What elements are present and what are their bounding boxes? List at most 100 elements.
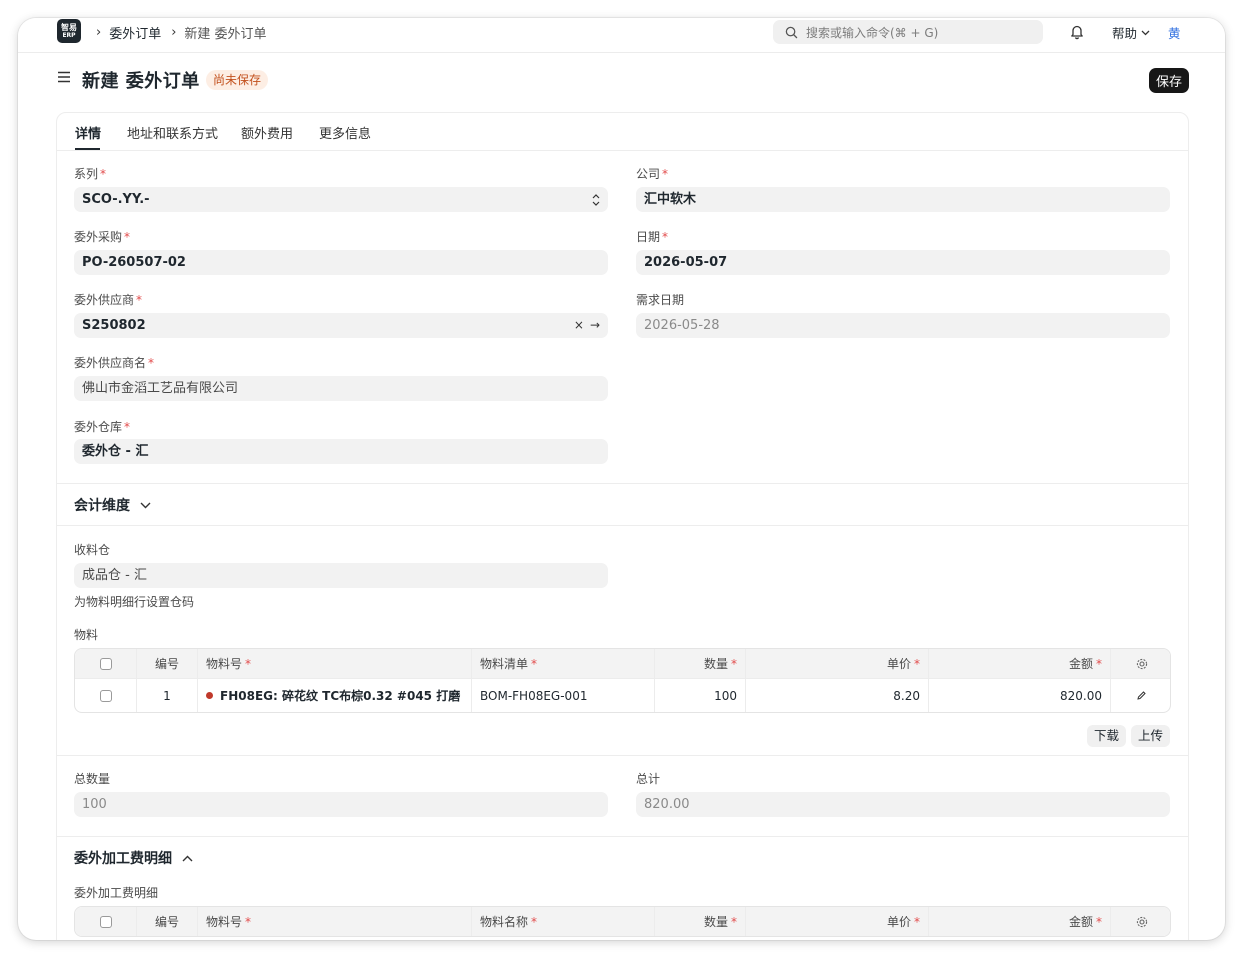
items-table: 编号 物料号 * 物料清单 * 数量 * 单价 * 金额 * 1 FH08EG: 碎花纹 …	[74, 648, 1171, 713]
save-button[interactable]: 保存	[1149, 68, 1189, 93]
company-label: 公司 *	[636, 167, 669, 181]
breadcrumb: › 委外订单 › 新建 委外订单	[92, 23, 267, 42]
supplier-warehouse-label: 委外仓库 *	[74, 420, 131, 434]
select-updown-icon	[592, 187, 600, 215]
help-label: 帮助	[1112, 26, 1138, 41]
row-select-cell	[75, 679, 136, 712]
chevron-right-icon: ›	[96, 25, 102, 40]
section-divider	[57, 525, 1188, 526]
search-input[interactable]: 搜索或输入命令(⌘ + G)	[773, 20, 1043, 44]
navbar: 智易 ERP › 委外订单 › 新建 委外订单 搜索或输入命令(⌘ + G) 帮…	[18, 18, 1225, 53]
header-qty: 数量 *	[654, 649, 745, 678]
app-window: 智易 ERP › 委外订单 › 新建 委外订单 搜索或输入命令(⌘ + G) 帮…	[18, 18, 1225, 940]
row-amount: 820.00	[928, 679, 1110, 712]
header-amount: 金额 *	[928, 649, 1110, 678]
arrow-right-icon[interactable]: →	[590, 318, 600, 332]
column-settings-icon[interactable]	[1110, 907, 1170, 936]
status-badge: 尚未保存	[206, 70, 269, 90]
supplier-field[interactable]: S250802 × →	[74, 313, 608, 338]
edit-row-icon[interactable]	[1110, 679, 1170, 712]
chevron-up-icon	[182, 855, 193, 861]
accounting-dimensions-title: 会计维度	[74, 498, 130, 514]
header-no: 编号	[136, 649, 197, 678]
table-header: 编号 物料号 * 物料清单 * 数量 * 单价 * 金额 *	[75, 649, 1170, 678]
row-item-code[interactable]: FH08EG: 碎花纹 TC布棕0.32 #045 打磨	[197, 679, 471, 712]
status-dot-icon	[206, 692, 213, 699]
header-rate: 单价 *	[745, 907, 928, 936]
form-tabs: 详情 地址和联系方式 额外费用 更多信息	[57, 113, 1188, 151]
supplier-name-field: 佛山市金滔工艺品有限公司	[74, 376, 608, 401]
tab-address-contact[interactable]: 地址和联系方式	[127, 123, 218, 142]
help-dropdown[interactable]: 帮助	[1112, 23, 1150, 42]
section-divider	[57, 755, 1188, 756]
purchase-order-field[interactable]: PO-260507-02	[74, 250, 608, 275]
row-rate[interactable]: 8.20	[745, 679, 928, 712]
supplier-value: S250802	[82, 318, 146, 333]
schedule-date-field[interactable]: 2026-05-28	[636, 313, 1170, 338]
header-no: 编号	[136, 907, 197, 936]
app-logo[interactable]: 智易 ERP	[57, 19, 81, 43]
table-header: 编号 物料号 * 物料名称 * 数量 * 单价 * 金额 *	[75, 907, 1170, 936]
company-field[interactable]: 汇中软木	[636, 187, 1170, 212]
breadcrumb-current: 新建 委外订单	[184, 27, 267, 42]
service-table-label: 委外加工费明细	[74, 886, 159, 900]
date-field[interactable]: 2026-05-07	[636, 250, 1170, 275]
supplier-label: 委外供应商 *	[74, 293, 143, 307]
row-qty[interactable]: 100	[654, 679, 745, 712]
total-qty-label: 总数量	[74, 772, 111, 786]
service-items-table: 编号 物料号 * 物料名称 * 数量 * 单价 * 金额 *	[74, 906, 1171, 937]
select-all-checkbox[interactable]	[99, 657, 112, 670]
logo-text-secondary: ERP	[62, 31, 76, 39]
supplier-name-label: 委外供应商名 *	[74, 356, 155, 370]
series-select[interactable]: SCO-.YY.-	[74, 187, 608, 212]
header-item-name: 物料名称 *	[471, 907, 654, 936]
header-select-cell	[75, 907, 136, 936]
section-divider	[57, 836, 1188, 837]
tab-more-info[interactable]: 更多信息	[319, 123, 371, 142]
header-item-code: 物料号 *	[197, 907, 471, 936]
receipt-warehouse-label: 收料仓	[74, 543, 111, 557]
sidebar-toggle-icon[interactable]	[57, 70, 71, 88]
tab-additional-costs[interactable]: 额外费用	[241, 123, 293, 142]
series-label: 系列 *	[74, 167, 107, 181]
page-title: 新建 委外订单	[82, 71, 200, 92]
user-avatar[interactable]: 黄	[1168, 23, 1181, 42]
upload-button[interactable]: 上传	[1131, 725, 1171, 747]
header-rate: 单价 *	[745, 649, 928, 678]
section-divider	[57, 483, 1188, 484]
notification-bell-icon[interactable]	[1069, 23, 1085, 44]
purchase-order-label: 委外采购 *	[74, 230, 131, 244]
row-no: 1	[136, 679, 197, 712]
receipt-warehouse-field[interactable]: 成品仓 - 汇	[74, 563, 608, 588]
header-amount: 金额 *	[928, 907, 1110, 936]
search-placeholder: 搜索或输入命令(⌘ + G)	[806, 25, 939, 40]
select-all-checkbox[interactable]	[99, 915, 112, 928]
row-bom[interactable]: BOM-FH08EG-001	[471, 679, 654, 712]
total-qty-field: 100	[74, 792, 608, 817]
download-button[interactable]: 下载	[1087, 725, 1127, 747]
supplier-warehouse-field[interactable]: 委外仓 - 汇	[74, 439, 608, 464]
accounting-dimensions-toggle[interactable]: 会计维度	[74, 495, 151, 515]
items-label: 物料	[74, 628, 99, 642]
tab-details[interactable]: 详情	[75, 123, 101, 142]
column-settings-icon[interactable]	[1110, 649, 1170, 678]
table-row[interactable]: 1 FH08EG: 碎花纹 TC布棕0.32 #045 打磨 BOM-FH08E…	[75, 678, 1170, 712]
search-icon	[785, 26, 798, 38]
set-warehouse-link[interactable]: 为物料明细行设置仓码	[74, 593, 194, 610]
breadcrumb-parent-link[interactable]: 委外订单	[109, 23, 161, 42]
total-label: 总计	[636, 772, 661, 786]
chevron-right-icon: ›	[171, 25, 177, 40]
date-label: 日期 *	[636, 230, 669, 244]
form-card: 详情 地址和联系方式 额外费用 更多信息 系列 * SCO-.YY.- 委外采购 *…	[56, 112, 1189, 940]
header-item-code: 物料号 *	[197, 649, 471, 678]
series-value: SCO-.YY.-	[82, 192, 150, 207]
header-select-cell	[75, 649, 136, 678]
active-tab-indicator	[75, 148, 100, 150]
clear-icon[interactable]: ×	[574, 318, 584, 332]
header-bom: 物料清单 *	[471, 649, 654, 678]
schedule-date-label: 需求日期	[636, 293, 685, 307]
service-section-toggle[interactable]: 委外加工费明细	[74, 848, 193, 868]
header-qty: 数量 *	[654, 907, 745, 936]
row-checkbox[interactable]	[99, 689, 112, 702]
chevron-down-icon	[140, 502, 151, 508]
